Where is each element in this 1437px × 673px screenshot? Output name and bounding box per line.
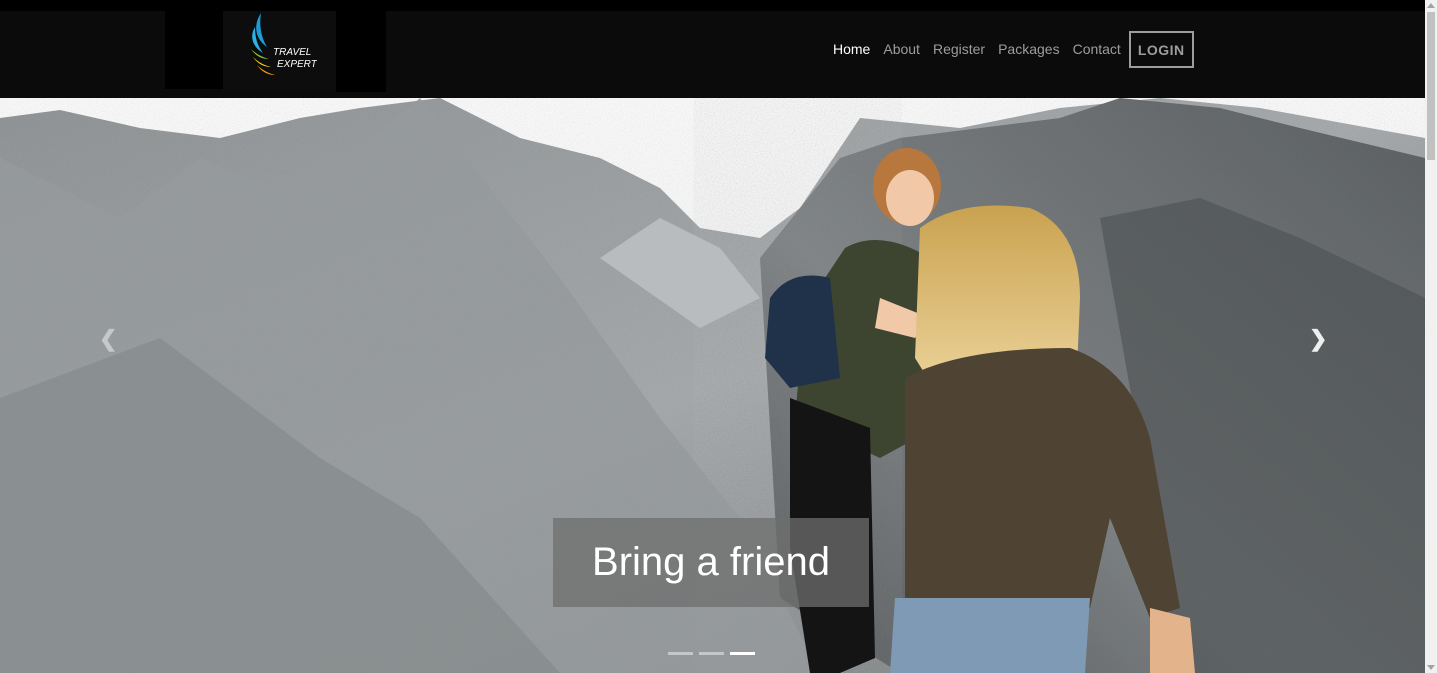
hero-carousel: ❮ ❯ Bring a friend	[0, 98, 1425, 673]
nav-home[interactable]: Home	[833, 42, 870, 56]
nav-about[interactable]: About	[883, 42, 920, 56]
chevron-left-icon[interactable]: ❮	[99, 326, 117, 352]
nav-register[interactable]: Register	[933, 42, 985, 56]
main-nav: Home About Register Packages Contact LOG…	[833, 30, 1207, 68]
carousel-caption: Bring a friend	[553, 518, 869, 607]
indicator-slide-1[interactable]	[668, 652, 693, 655]
scroll-up-icon[interactable]	[1427, 3, 1435, 8]
logo-text-line2: EXPERTS	[277, 59, 317, 70]
top-strip	[0, 0, 1425, 11]
wing-logo-icon: TRAVEL EXPERTS	[251, 13, 317, 75]
indicator-slide-2[interactable]	[699, 652, 724, 655]
nav-contact[interactable]: Contact	[1073, 42, 1121, 56]
logo-backdrop-right	[336, 11, 386, 92]
caption-text: Bring a friend	[592, 540, 830, 584]
chevron-right-icon[interactable]: ❯	[1309, 326, 1327, 352]
nav-packages[interactable]: Packages	[998, 42, 1059, 56]
carousel-indicators	[668, 652, 755, 655]
brand-logo[interactable]: TRAVEL EXPERTS	[223, 11, 336, 92]
logo-text-line1: TRAVEL	[273, 47, 311, 58]
login-button[interactable]: LOGIN	[1128, 30, 1194, 68]
logo-backdrop-left	[165, 11, 223, 89]
scroll-thumb[interactable]	[1427, 12, 1435, 160]
page-scrollbar[interactable]	[1425, 0, 1437, 673]
scroll-down-icon[interactable]	[1427, 665, 1435, 670]
indicator-slide-3[interactable]	[730, 652, 755, 655]
navbar: TRAVEL EXPERTS Home About Register Packa…	[0, 11, 1425, 98]
